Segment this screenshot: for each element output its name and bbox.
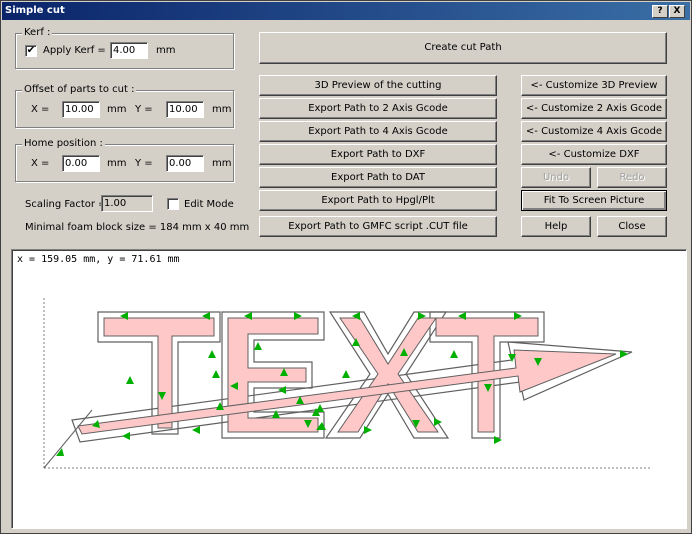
export-dxf-button[interactable]: Export Path to DXF — [259, 144, 497, 165]
title-bar: Simple cut ? X — [2, 2, 690, 20]
offset-x-unit: mm — [107, 104, 127, 115]
home-x-input[interactable]: 0.00 — [62, 155, 100, 172]
cut-path-canvas[interactable]: x = 159.05 mm, y = 71.61 mm — [11, 249, 687, 529]
kerf-input[interactable]: 4.00 — [110, 42, 148, 59]
cut-path-drawing — [43, 298, 652, 469]
offset-y-unit: mm — [212, 104, 232, 115]
edit-mode-checkbox[interactable] — [167, 198, 179, 210]
undo-button[interactable]: Undo — [521, 167, 591, 188]
home-y-label: Y = — [135, 158, 153, 169]
export-hpgl-button[interactable]: Export Path to Hpgl/Plt — [259, 190, 497, 211]
close-title-button[interactable]: X — [669, 5, 685, 18]
offset-x-label: X = — [31, 104, 50, 115]
create-cut-path-button[interactable]: Create cut Path — [259, 32, 667, 64]
export-dat-button[interactable]: Export Path to DAT — [259, 167, 497, 188]
customize-3d-button[interactable]: <- Customize 3D Preview — [521, 75, 667, 96]
simple-cut-window: Simple cut ? X Kerf : ✔ Apply Kerf = 4.0… — [0, 0, 692, 534]
close-button[interactable]: Close — [597, 216, 667, 237]
customize-4axis-button[interactable]: <- Customize 4 Axis Gcode — [521, 121, 667, 142]
home-x-label: X = — [31, 158, 50, 169]
kerf-group: Kerf : ✔ Apply Kerf = 4.00 mm — [15, 27, 234, 69]
offset-y-label: Y = — [135, 104, 153, 115]
export-gmfc-button[interactable]: Export Path to GMFC script .CUT file — [259, 216, 497, 237]
offset-y-input[interactable]: 10.00 — [166, 101, 204, 118]
window-title: Simple cut — [5, 5, 65, 16]
home-y-unit: mm — [212, 158, 232, 169]
help-title-button[interactable]: ? — [652, 5, 668, 18]
check-mark-icon: ✔ — [26, 45, 36, 56]
offset-group-title: Offset of parts to cut : — [22, 84, 137, 96]
home-group: Home position : X = 0.00 mm Y = 0.00 mm — [15, 138, 234, 182]
edit-mode-label: Edit Mode — [184, 199, 234, 210]
offset-x-input[interactable]: 10.00 — [62, 101, 100, 118]
apply-kerf-checkbox[interactable]: ✔ — [25, 45, 37, 57]
offset-group: Offset of parts to cut : X = 10.00 mm Y … — [15, 84, 234, 128]
scaling-factor-label: Scaling Factor = — [25, 199, 107, 210]
kerf-group-title: Kerf : — [22, 27, 53, 39]
customize-dxf-button[interactable]: <- Customize DXF — [521, 144, 667, 165]
customize-2axis-button[interactable]: <- Customize 2 Axis Gcode — [521, 98, 667, 119]
kerf-unit: mm — [156, 45, 176, 56]
apply-kerf-label: Apply Kerf = — [43, 45, 106, 56]
export-4axis-button[interactable]: Export Path to 4 Axis Gcode — [259, 121, 497, 142]
export-2axis-button[interactable]: Export Path to 2 Axis Gcode — [259, 98, 497, 119]
foam-block-size: Minimal foam block size = 184 mm x 40 mm — [25, 222, 250, 233]
scaling-factor-input[interactable]: 1.00 — [101, 195, 153, 212]
home-y-input[interactable]: 0.00 — [166, 155, 204, 172]
home-x-unit: mm — [107, 158, 127, 169]
help-button[interactable]: Help — [521, 216, 591, 237]
home-group-title: Home position : — [22, 138, 105, 150]
preview-3d-button[interactable]: 3D Preview of the cutting — [259, 75, 497, 96]
fit-to-screen-button[interactable]: Fit To Screen Picture — [521, 190, 667, 211]
redo-button[interactable]: Redo — [597, 167, 667, 188]
